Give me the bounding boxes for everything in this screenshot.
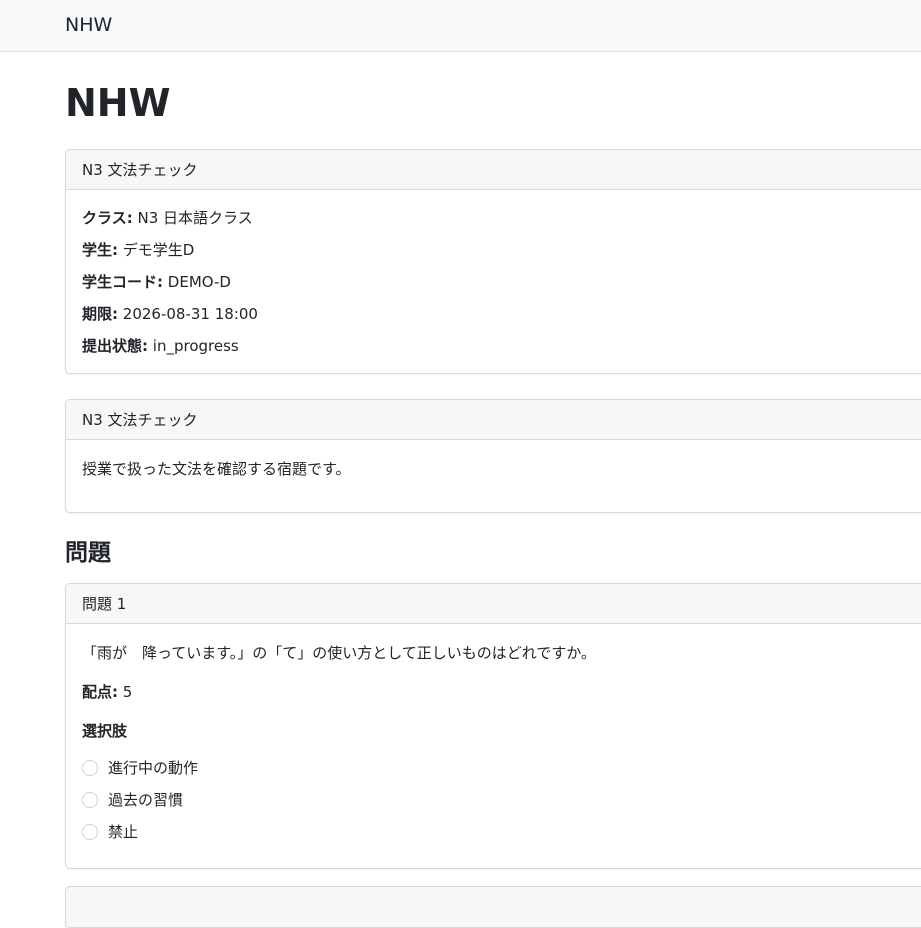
description-card-body: 授業で扱った文法を確認する宿題です。 [82,460,351,478]
main-container: NHW N3 文法チェック クラス: N3 日本語クラス 学生: デモ学生D 学… [65,52,921,928]
field-label: 提出状態 [82,337,143,355]
top-navbar: NHW [0,0,921,52]
assignment-card-header: N3 文法チェック [66,150,921,190]
choice-label: 過去の習慣 [108,791,184,809]
question-card-header: 問題 1 [66,584,921,624]
field-label: クラス [82,209,127,227]
field-student-code: 学生コード: DEMO-D [82,273,231,291]
field-value: デモ学生D [122,241,195,259]
choice-label: 進行中の動作 [108,759,199,777]
field-deadline: 期限: 2026-08-31 18:00 [82,305,258,323]
choices-label: 選択肢 [82,722,128,740]
description-card-header: N3 文法チェック [66,400,921,440]
next-question-card [65,886,921,928]
question-card-body: 「雨が 降っています。」の「て」の使い方として正しいものはどれですか。 配点: … [66,624,921,868]
questions-section-title: 問題 [65,540,111,566]
field-label: 期限 [82,305,113,323]
field-class: クラス: N3 日本語クラス [82,209,253,227]
field-label: 学生コード [82,273,158,291]
navbar-brand-link[interactable]: NHW [65,13,112,37]
question-points: 配点: 5 [82,683,133,701]
question-card: 問題 1 「雨が 降っています。」の「て」の使い方として正しいものはどれですか。… [65,583,921,869]
choice-option[interactable]: 進行中の動作 [82,752,921,784]
assignment-info-card: N3 文法チェック クラス: N3 日本語クラス 学生: デモ学生D 学生コード… [65,149,921,374]
field-value: in_progress [152,337,239,355]
points-label: 配点 [82,683,113,701]
field-label: 学生 [82,241,113,259]
description-card: N3 文法チェック 授業で扱った文法を確認する宿題です。 [65,399,921,513]
radio-button[interactable] [82,824,98,840]
radio-button[interactable] [82,792,98,808]
field-value: 2026-08-31 18:00 [122,305,258,323]
field-student: 学生: デモ学生D [82,241,195,259]
field-value: DEMO-D [167,273,231,291]
radio-button[interactable] [82,760,98,776]
page-title: NHW [65,81,171,125]
question-text: 「雨が 降っています。」の「て」の使い方として正しいものはどれですか。 [82,644,597,662]
field-value: N3 日本語クラス [137,209,253,227]
field-submission-status: 提出状態: in_progress [82,337,239,355]
assignment-card-body: クラス: N3 日本語クラス 学生: デモ学生D 学生コード: DEMO-D 期… [66,190,921,373]
choice-option[interactable]: 禁止 [82,816,921,848]
choice-option[interactable]: 過去の習慣 [82,784,921,816]
points-value: 5 [122,683,133,701]
choice-label: 禁止 [108,823,139,841]
